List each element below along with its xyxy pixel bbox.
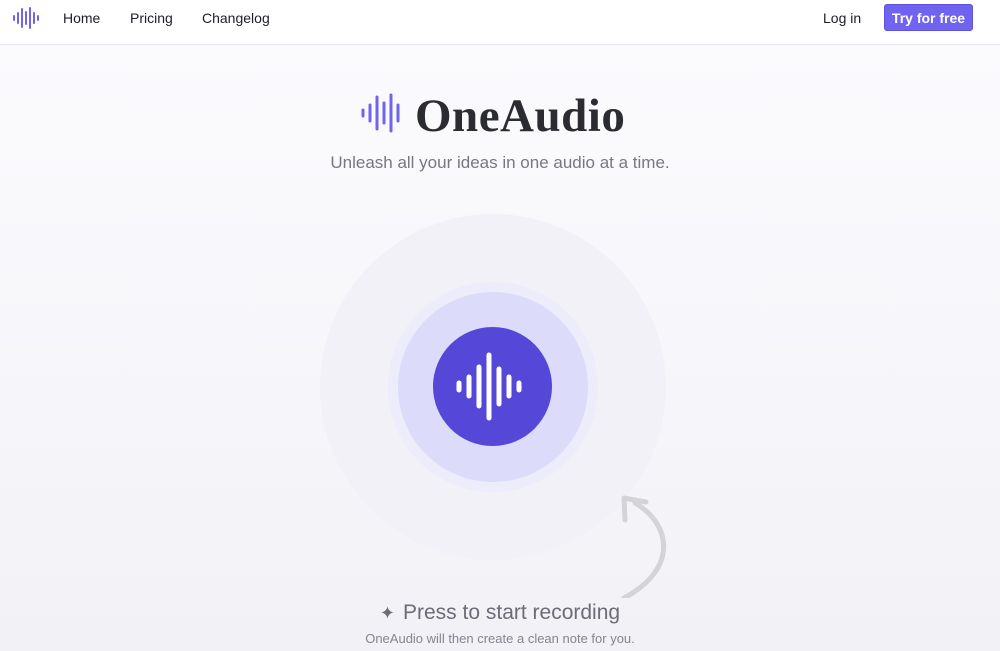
nav-pricing-link[interactable]: Pricing bbox=[130, 10, 173, 26]
recording-subtext: OneAudio will then create a clean note f… bbox=[365, 631, 635, 646]
waveform-brand-icon bbox=[361, 93, 400, 133]
tagline: Unleash all your ideas in one audio at a… bbox=[330, 153, 670, 172]
top-navbar: Home Pricing Changelog Log in Try for fr… bbox=[0, 0, 1000, 45]
record-button[interactable] bbox=[433, 327, 552, 446]
brand-name: OneAudio bbox=[415, 90, 626, 142]
curved-arrow-icon bbox=[621, 495, 666, 598]
try-for-free-button[interactable]: Try for free bbox=[884, 4, 973, 31]
nav-home-link[interactable]: Home bbox=[63, 10, 100, 26]
sparkle-icon: ✦ bbox=[379, 603, 395, 623]
press-to-record-text: Press to start recording bbox=[403, 601, 621, 624]
press-to-record-label: ✦ Press to start recording bbox=[0, 601, 1000, 625]
brand-heading: OneAudio bbox=[360, 85, 640, 145]
waveform-logo-icon[interactable] bbox=[12, 6, 40, 30]
nav-changelog-link[interactable]: Changelog bbox=[202, 10, 270, 26]
waveform-icon bbox=[456, 352, 522, 421]
login-link[interactable]: Log in bbox=[823, 10, 861, 26]
